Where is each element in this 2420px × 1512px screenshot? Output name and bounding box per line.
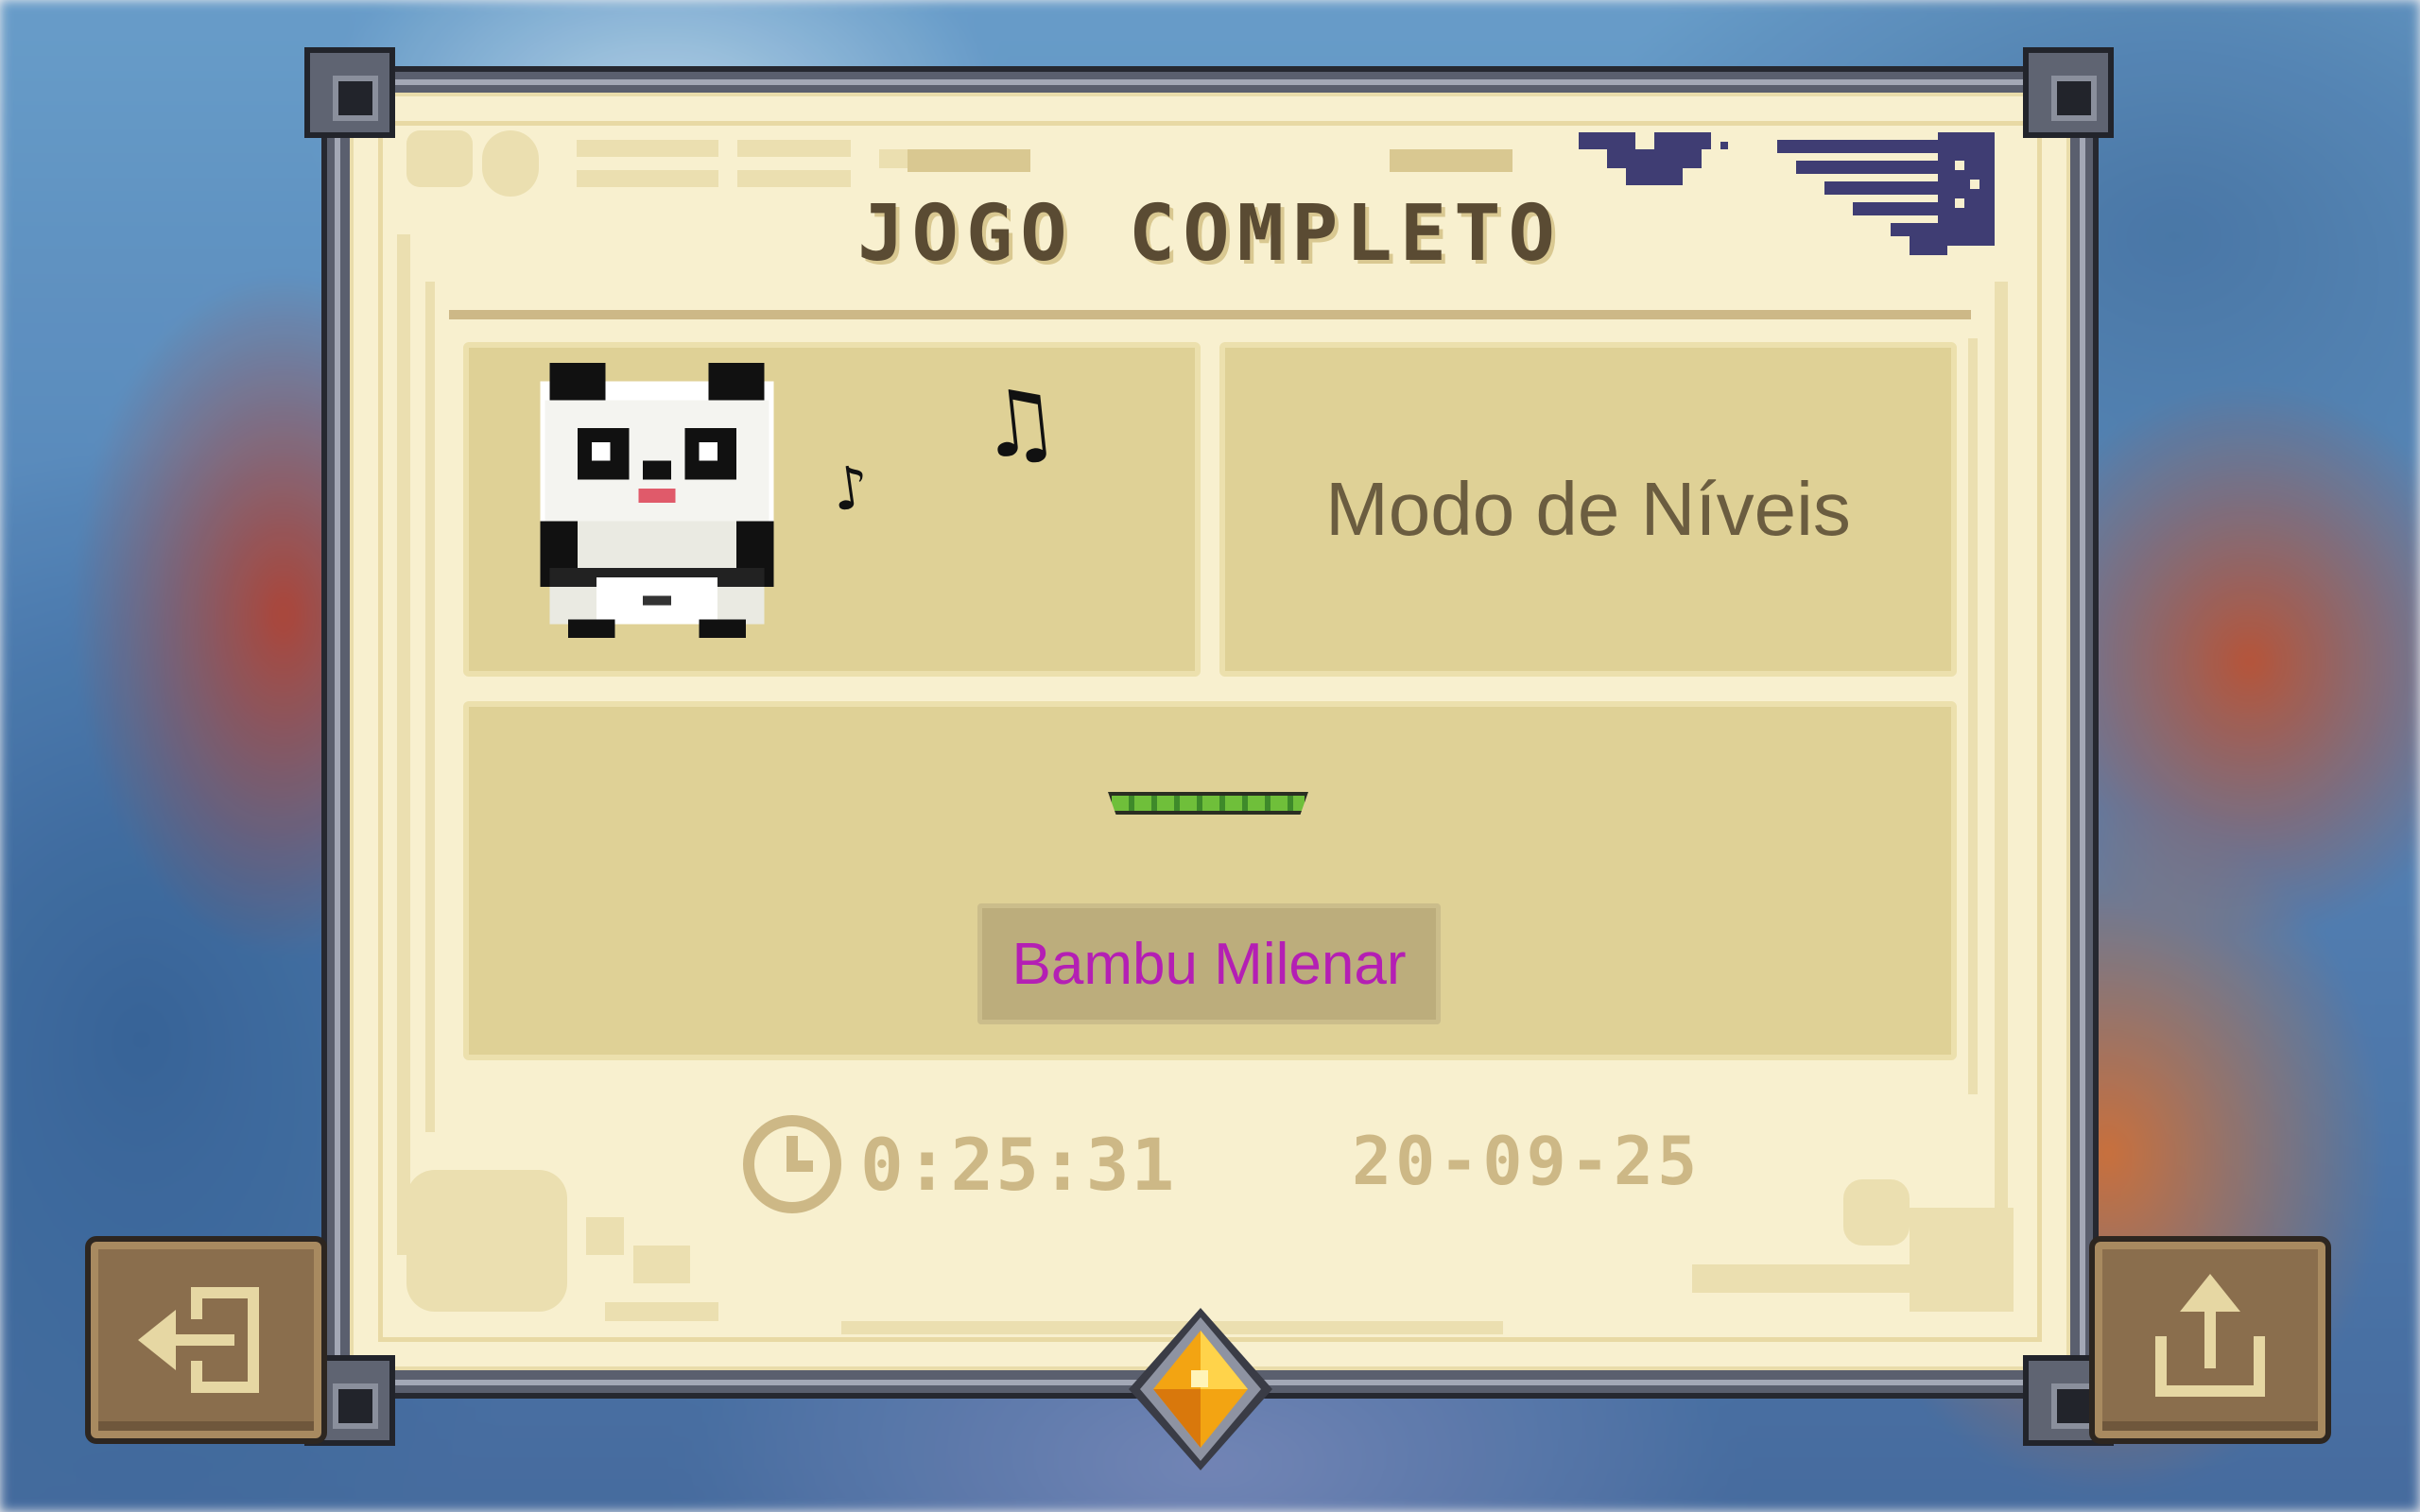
mode-label: Modo de Níveis	[1325, 467, 1851, 551]
exit-button[interactable]	[85, 1236, 327, 1444]
share-button[interactable]	[2089, 1236, 2331, 1444]
progress-fill	[1112, 796, 1305, 811]
character-name-button[interactable]: Bambu Milenar	[977, 903, 1441, 1024]
wing-emblem-icon	[1579, 132, 1995, 255]
panda-icon	[540, 362, 774, 639]
character-progress-bar	[1108, 792, 1308, 815]
title-divider	[449, 310, 1971, 319]
gem-ornament-icon	[1129, 1308, 1272, 1470]
elapsed-time: 0:25:31	[860, 1123, 1177, 1207]
game-complete-title: JOGO COMPLETO	[857, 189, 1563, 279]
music-note-large-icon: ♫	[973, 366, 1065, 481]
completion-date: 20-09-25	[1352, 1123, 1702, 1200]
exit-icon	[138, 1287, 259, 1393]
share-icon	[2155, 1274, 2265, 1397]
clock-icon	[743, 1115, 841, 1213]
